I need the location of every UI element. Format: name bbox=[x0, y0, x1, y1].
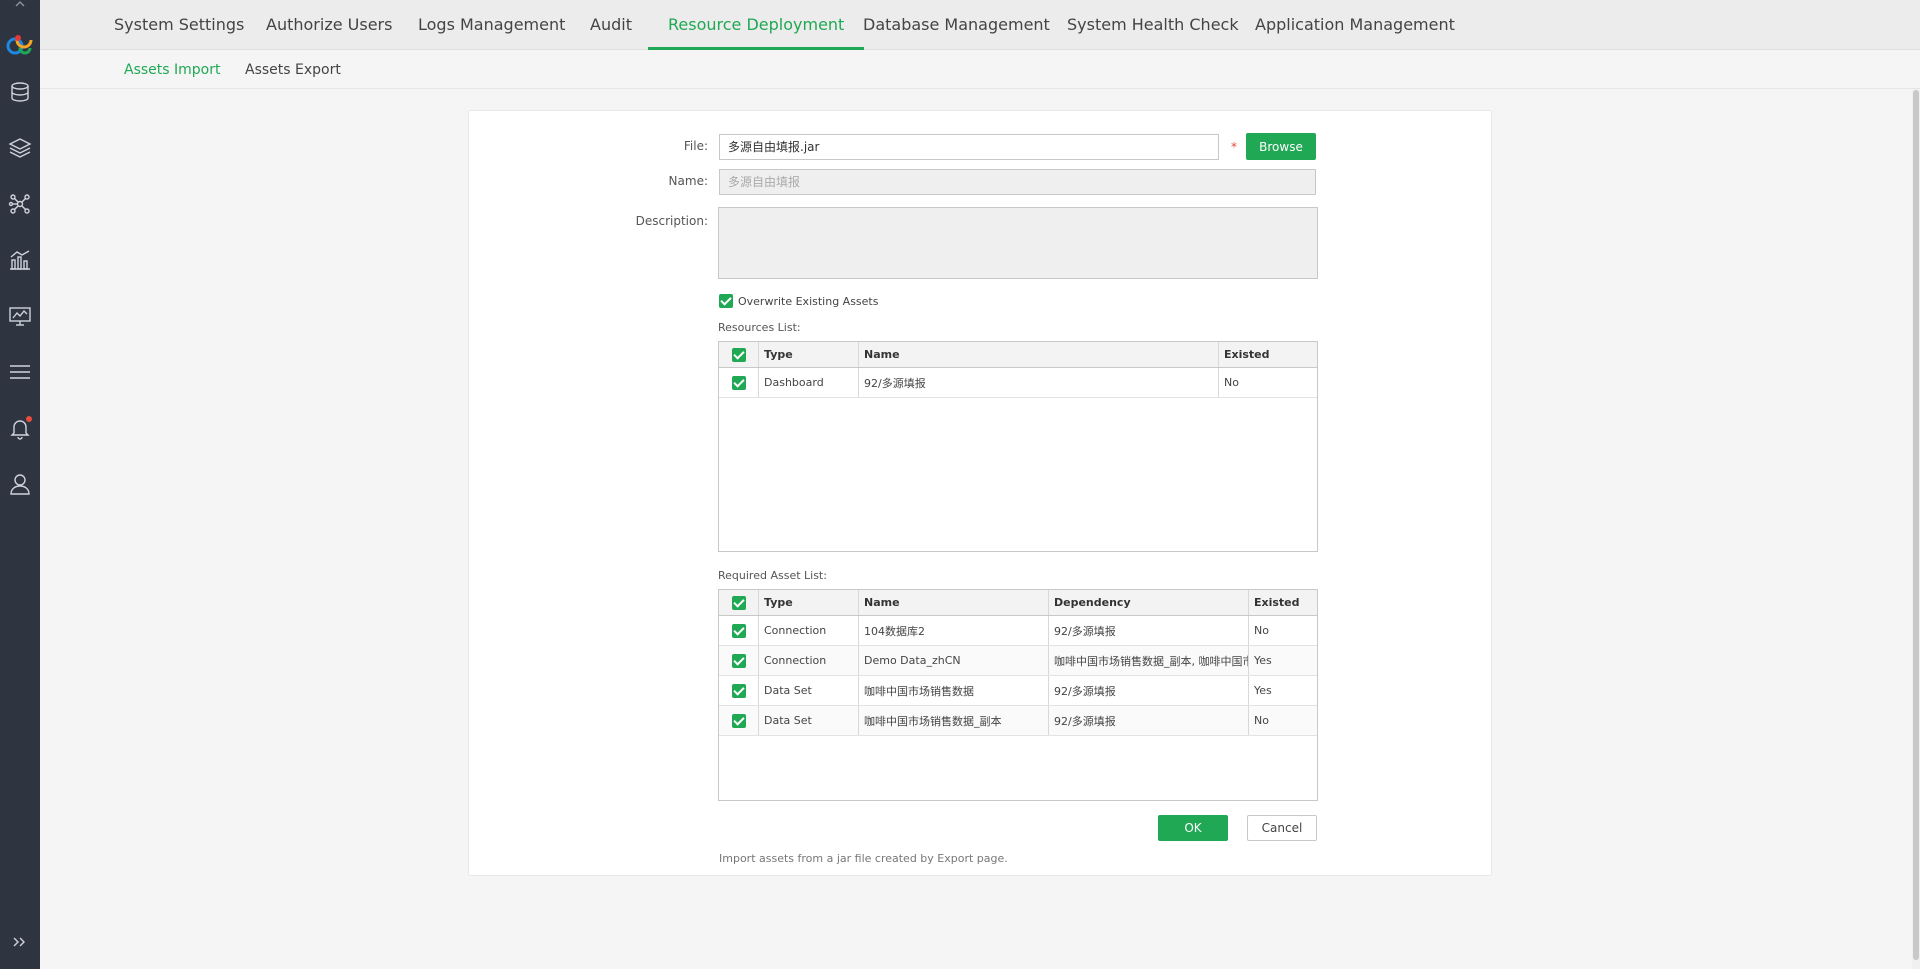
cell-name: 104数据库2 bbox=[859, 616, 1049, 645]
sidebar bbox=[0, 0, 40, 969]
file-field[interactable]: 多源自由填报.jar bbox=[719, 134, 1219, 160]
column-header-type[interactable]: Type bbox=[759, 342, 859, 367]
page-scrollbar[interactable] bbox=[1912, 89, 1920, 969]
table-row[interactable]: Connection 104数据库2 92/多源填报 No bbox=[719, 616, 1317, 646]
column-header-name[interactable]: Name bbox=[859, 342, 1219, 367]
cell-name: Demo Data_zhCN bbox=[859, 646, 1049, 675]
layers-icon[interactable] bbox=[8, 136, 32, 160]
cell-dependency: 92/多源填报 bbox=[1049, 676, 1249, 705]
select-all-cell[interactable] bbox=[719, 590, 759, 615]
cell-existed: Yes bbox=[1254, 684, 1272, 697]
name-label: Name: bbox=[668, 174, 708, 188]
column-header-existed[interactable]: Existed bbox=[1219, 342, 1317, 367]
table-row[interactable]: Connection Demo Data_zhCN 咖啡中国市场销售数据_副本,… bbox=[719, 646, 1317, 676]
logo-icon[interactable] bbox=[4, 28, 36, 60]
bell-icon[interactable] bbox=[8, 416, 32, 440]
resources-table: Type Name Existed Dashboard 92/多源填报 No bbox=[718, 341, 1318, 552]
row-checkbox[interactable] bbox=[731, 623, 746, 638]
subtab-assets-import[interactable]: Assets Import bbox=[124, 51, 220, 89]
cell-dependency: 咖啡中国市场销售数据_副本, 咖啡中国市场销售数据 bbox=[1049, 646, 1249, 675]
menu-icon[interactable] bbox=[8, 360, 32, 384]
tab-application-management[interactable]: Application Management bbox=[1255, 0, 1455, 50]
cell-name: 咖啡中国市场销售数据_副本 bbox=[859, 706, 1049, 735]
column-header-existed[interactable]: Existed bbox=[1249, 590, 1317, 615]
select-all-cell[interactable] bbox=[719, 342, 759, 367]
caret-up-icon[interactable] bbox=[13, 0, 27, 8]
cell-type: Dashboard bbox=[759, 368, 859, 397]
import-hint: Import assets from a jar file created by… bbox=[719, 852, 1008, 865]
scrollbar-thumb[interactable] bbox=[1913, 90, 1919, 960]
required-asset-list-label: Required Asset List: bbox=[718, 569, 827, 582]
ok-button[interactable]: OK bbox=[1158, 815, 1228, 841]
row-select-cell[interactable] bbox=[719, 616, 759, 645]
description-textarea[interactable] bbox=[718, 207, 1318, 279]
row-select-cell[interactable] bbox=[719, 676, 759, 705]
overwrite-checkbox[interactable] bbox=[719, 294, 733, 308]
row-checkbox[interactable] bbox=[731, 653, 746, 668]
resources-list-label: Resources List: bbox=[718, 321, 801, 334]
table-row[interactable]: Dashboard 92/多源填报 No bbox=[719, 368, 1317, 398]
tab-authorize-users[interactable]: Authorize Users bbox=[266, 0, 392, 50]
name-field[interactable]: 多源自由填报 bbox=[719, 169, 1316, 195]
cell-existed: Yes bbox=[1254, 654, 1272, 667]
select-all-checkbox[interactable] bbox=[731, 347, 746, 362]
tab-system-health-check[interactable]: System Health Check bbox=[1067, 0, 1239, 50]
table-row[interactable]: Data Set 咖啡中国市场销售数据_副本 92/多源填报 No bbox=[719, 706, 1317, 736]
notification-dot bbox=[26, 416, 32, 422]
user-icon[interactable] bbox=[8, 472, 32, 496]
monitor-icon[interactable] bbox=[8, 304, 32, 328]
cell-dependency: 92/多源填报 bbox=[1049, 706, 1249, 735]
column-header-dependency[interactable]: Dependency bbox=[1049, 590, 1249, 615]
expand-icon[interactable] bbox=[8, 930, 32, 954]
cell-type: Data Set bbox=[759, 706, 859, 735]
row-checkbox[interactable] bbox=[731, 683, 746, 698]
browse-button[interactable]: Browse bbox=[1246, 133, 1316, 160]
cell-type: Data Set bbox=[759, 676, 859, 705]
network-icon[interactable] bbox=[8, 192, 32, 216]
cell-type: Connection bbox=[759, 646, 859, 675]
cell-existed: No bbox=[1224, 376, 1239, 389]
cell-name: 92/多源填报 bbox=[859, 368, 1219, 397]
subtab-assets-export[interactable]: Assets Export bbox=[245, 51, 341, 89]
row-checkbox[interactable] bbox=[731, 375, 746, 390]
tab-database-management[interactable]: Database Management bbox=[863, 0, 1050, 50]
top-navigation: System Settings Authorize Users Logs Man… bbox=[40, 0, 1920, 50]
tab-system-settings[interactable]: System Settings bbox=[114, 0, 244, 50]
row-select-cell[interactable] bbox=[719, 368, 759, 397]
cancel-button[interactable]: Cancel bbox=[1247, 815, 1317, 841]
column-header-name[interactable]: Name bbox=[859, 590, 1049, 615]
column-header-type[interactable]: Type bbox=[759, 590, 859, 615]
cell-existed: No bbox=[1254, 624, 1269, 637]
tab-resource-deployment[interactable]: Resource Deployment bbox=[647, 0, 865, 50]
row-select-cell[interactable] bbox=[719, 646, 759, 675]
sub-navigation: Assets Import Assets Export bbox=[40, 51, 1920, 89]
cell-existed: No bbox=[1254, 714, 1269, 727]
select-all-checkbox[interactable] bbox=[731, 595, 746, 610]
import-panel: File: 多源自由填报.jar * Browse Name: 多源自由填报 D… bbox=[468, 110, 1492, 876]
table-header-row: Type Name Dependency Existed bbox=[719, 590, 1317, 616]
cell-dependency: 92/多源填报 bbox=[1049, 616, 1249, 645]
tab-logs-management[interactable]: Logs Management bbox=[418, 0, 565, 50]
cell-type: Connection bbox=[759, 616, 859, 645]
table-header-row: Type Name Existed bbox=[719, 342, 1317, 368]
cell-name: 咖啡中国市场销售数据 bbox=[859, 676, 1049, 705]
database-icon[interactable] bbox=[8, 80, 32, 104]
required-assets-table: Type Name Dependency Existed Connection … bbox=[718, 589, 1318, 801]
description-label: Description: bbox=[635, 214, 708, 228]
row-select-cell[interactable] bbox=[719, 706, 759, 735]
overwrite-option[interactable]: Overwrite Existing Assets bbox=[719, 294, 878, 308]
required-marker: * bbox=[1231, 140, 1237, 154]
tab-audit[interactable]: Audit bbox=[590, 0, 632, 50]
chart-icon[interactable] bbox=[8, 248, 32, 272]
row-checkbox[interactable] bbox=[731, 713, 746, 728]
file-label: File: bbox=[683, 139, 708, 153]
overwrite-label: Overwrite Existing Assets bbox=[738, 294, 879, 308]
table-row[interactable]: Data Set 咖啡中国市场销售数据 92/多源填报 Yes bbox=[719, 676, 1317, 706]
